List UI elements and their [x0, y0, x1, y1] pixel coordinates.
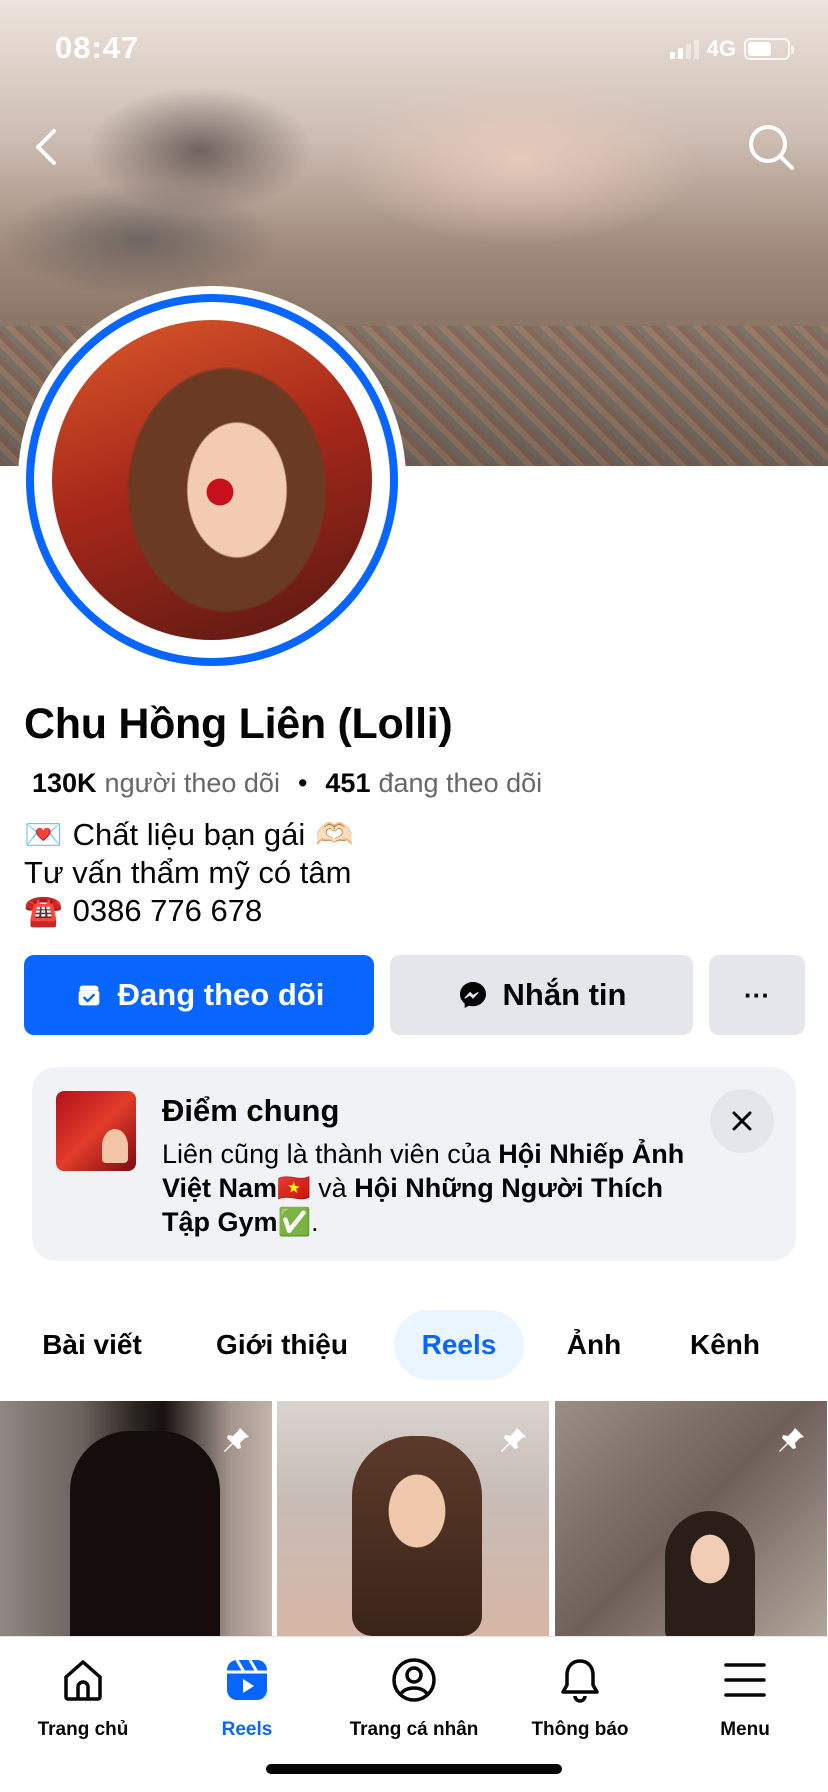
following-button[interactable]: Đang theo dõi — [24, 955, 374, 1035]
telephone-icon: ☎️ — [24, 893, 63, 928]
pin-icon — [779, 1428, 804, 1452]
mutual-description: Liên cũng là thành viên của Hội Nhiếp Ản… — [162, 1137, 702, 1239]
love-letter-icon: 💌 — [24, 817, 63, 852]
nav-notifications[interactable]: Thông báo — [497, 1655, 663, 1741]
tab-channels[interactable]: Kênh — [672, 1310, 778, 1380]
home-icon — [64, 1660, 102, 1701]
stats-separator: • — [297, 768, 308, 798]
status-time: 08:47 — [55, 30, 140, 65]
home-indicator — [266, 1764, 562, 1774]
profile-bio: 💌 Chất liệu bạn gái 🫶🏻 Tư vấn thẩm mỹ có… — [24, 816, 354, 930]
tab-about[interactable]: Giới thiệu — [196, 1310, 368, 1380]
followers-count[interactable]: 130K — [32, 768, 97, 799]
reels-grid — [0, 1401, 828, 1636]
heart-hands-icon: 🫶🏻 — [315, 817, 354, 852]
bio-phone[interactable]: 0386 776 678 — [73, 892, 263, 930]
battery-icon — [744, 38, 794, 60]
mutual-text-prefix: Liên cũng là thành viên của — [162, 1139, 499, 1169]
group-thumbnail — [56, 1091, 136, 1171]
bio-text: Chất liệu bạn gái — [72, 817, 306, 852]
reel-thumbnail[interactable] — [0, 1401, 272, 1636]
following-label: Đang theo dõi — [117, 977, 325, 1012]
status-bar: 08:47 4G — [0, 30, 828, 70]
profile-icon — [392, 1658, 436, 1702]
close-icon — [732, 1111, 752, 1131]
avatar-image — [52, 320, 372, 640]
menu-icon — [724, 1663, 766, 1697]
more-dots-icon: ··· — [744, 979, 770, 1010]
pin-icon — [224, 1428, 249, 1452]
followers-label[interactable]: người theo dõi — [105, 768, 280, 799]
tab-label: Ảnh — [566, 1329, 622, 1360]
reel-thumbnail[interactable] — [555, 1401, 827, 1636]
tab-label: Kênh — [690, 1329, 760, 1360]
tab-label: Reels — [421, 1329, 497, 1360]
tab-label: Bài viết — [42, 1329, 142, 1360]
bottom-navigation: Trang chủ Reels Trang cá nhân Thông báo … — [0, 1636, 828, 1792]
nav-label: Reels — [221, 1719, 273, 1740]
nav-label: Menu — [720, 1719, 770, 1740]
reels-icon — [227, 1659, 267, 1700]
messenger-icon — [459, 982, 486, 1008]
nav-menu[interactable]: Menu — [662, 1655, 828, 1741]
nav-label: Trang cá nhân — [349, 1719, 479, 1740]
tab-photos[interactable]: Ảnh — [548, 1310, 640, 1380]
tab-label: Giới thiệu — [216, 1329, 348, 1360]
mutual-title: Điểm chung — [162, 1093, 340, 1128]
search-button[interactable] — [746, 122, 798, 174]
nav-reels[interactable]: Reels — [164, 1655, 330, 1741]
nav-label: Trang chủ — [37, 1719, 129, 1740]
bio-text: Tư vấn thẩm mỹ có tâm — [24, 855, 352, 890]
bio-line: Tư vấn thẩm mỹ có tâm — [24, 854, 354, 892]
status-indicators: 4G — [669, 36, 794, 62]
story-ring — [26, 294, 398, 666]
nav-home[interactable]: Trang chủ — [0, 1655, 166, 1741]
network-type: 4G — [706, 36, 736, 61]
dismiss-button[interactable] — [710, 1089, 774, 1153]
message-button[interactable]: Nhắn tin — [390, 955, 693, 1035]
tab-posts[interactable]: Bài viết — [18, 1310, 166, 1380]
signal-icon — [669, 39, 699, 59]
profile-name: Chu Hồng Liên (Lolli) — [24, 700, 453, 748]
bio-line: 💌 Chất liệu bạn gái 🫶🏻 — [24, 816, 354, 854]
chevron-left-icon — [36, 129, 56, 165]
tab-reels[interactable]: Reels — [394, 1310, 524, 1380]
following-label[interactable]: đang theo dõi — [378, 768, 542, 799]
following-count[interactable]: 451 — [325, 768, 370, 799]
more-options-button[interactable]: ··· — [709, 955, 805, 1035]
bio-line: ☎️ 0386 776 678 — [24, 892, 354, 930]
profile-avatar[interactable] — [18, 286, 406, 674]
mutual-card[interactable]: Điểm chung Liên cũng là thành viên của H… — [32, 1067, 796, 1261]
back-button[interactable] — [28, 125, 68, 169]
reel-thumbnail[interactable] — [277, 1401, 549, 1636]
mutual-suffix: . — [311, 1207, 319, 1237]
bell-icon — [561, 1659, 599, 1703]
message-label: Nhắn tin — [502, 977, 627, 1012]
nav-profile[interactable]: Trang cá nhân — [331, 1655, 497, 1741]
nav-label: Thông báo — [531, 1719, 629, 1740]
pin-icon — [501, 1428, 526, 1452]
mutual-connector: và — [310, 1173, 355, 1203]
following-check-icon — [78, 985, 99, 1006]
search-icon — [749, 125, 794, 170]
profile-stats: 130K người theo dõi • 451 đang theo dõi — [32, 768, 542, 799]
